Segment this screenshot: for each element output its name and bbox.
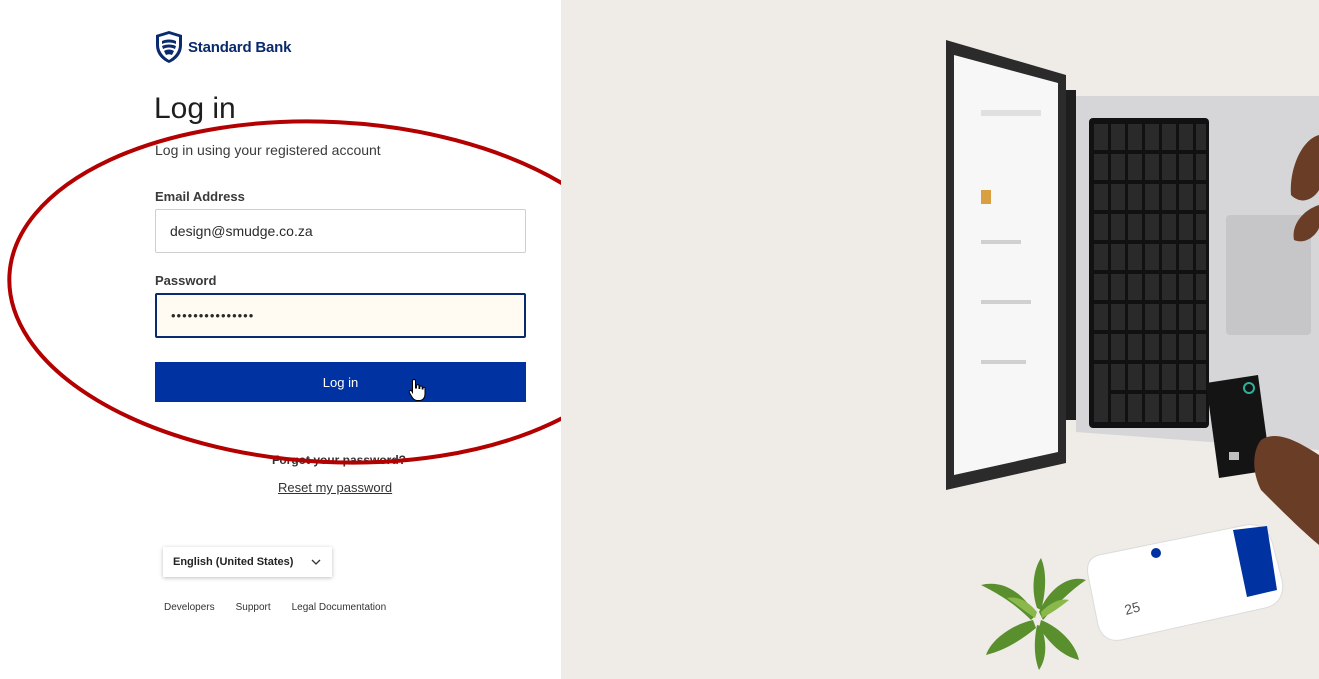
footer-link-support[interactable]: Support xyxy=(236,602,271,613)
footer-link-legal[interactable]: Legal Documentation xyxy=(292,602,387,613)
password-field[interactable]: ••••••••••••••• xyxy=(155,293,526,338)
hero-laptop-image: 25 xyxy=(946,40,1319,670)
language-selected: English (United States) xyxy=(173,556,294,568)
login-button-label: Log in xyxy=(322,374,359,390)
hero-panel: 25 xyxy=(561,0,1319,679)
red-annotation-ellipse xyxy=(7,119,561,465)
footer-link-developers[interactable]: Developers xyxy=(164,602,215,613)
hand-pointer-icon xyxy=(408,378,426,401)
reset-password-link[interactable]: Reset my password xyxy=(278,480,392,495)
email-label: Email Address xyxy=(155,189,245,204)
password-label: Password xyxy=(155,273,217,288)
page-subtitle: Log in using your registered account xyxy=(155,142,381,158)
language-select[interactable]: English (United States) xyxy=(163,547,332,577)
shield-logo-icon xyxy=(156,31,182,63)
page-title: Log in xyxy=(154,92,236,125)
brand-logo[interactable]: Standard Bank xyxy=(154,30,291,64)
chevron-down-icon xyxy=(311,559,321,565)
login-panel: Standard Bank Log in Log in using your r… xyxy=(0,0,561,679)
login-button[interactable]: Log in xyxy=(155,362,526,402)
password-value: ••••••••••••••• xyxy=(171,308,255,323)
brand-name: Standard Bank xyxy=(188,38,292,56)
email-field[interactable]: design@smudge.co.za xyxy=(155,209,526,253)
forgot-password-prompt: Forgot your password? xyxy=(272,453,407,467)
footer-links: Developers Support Legal Documentation xyxy=(164,602,386,613)
email-value: design@smudge.co.za xyxy=(170,223,313,239)
